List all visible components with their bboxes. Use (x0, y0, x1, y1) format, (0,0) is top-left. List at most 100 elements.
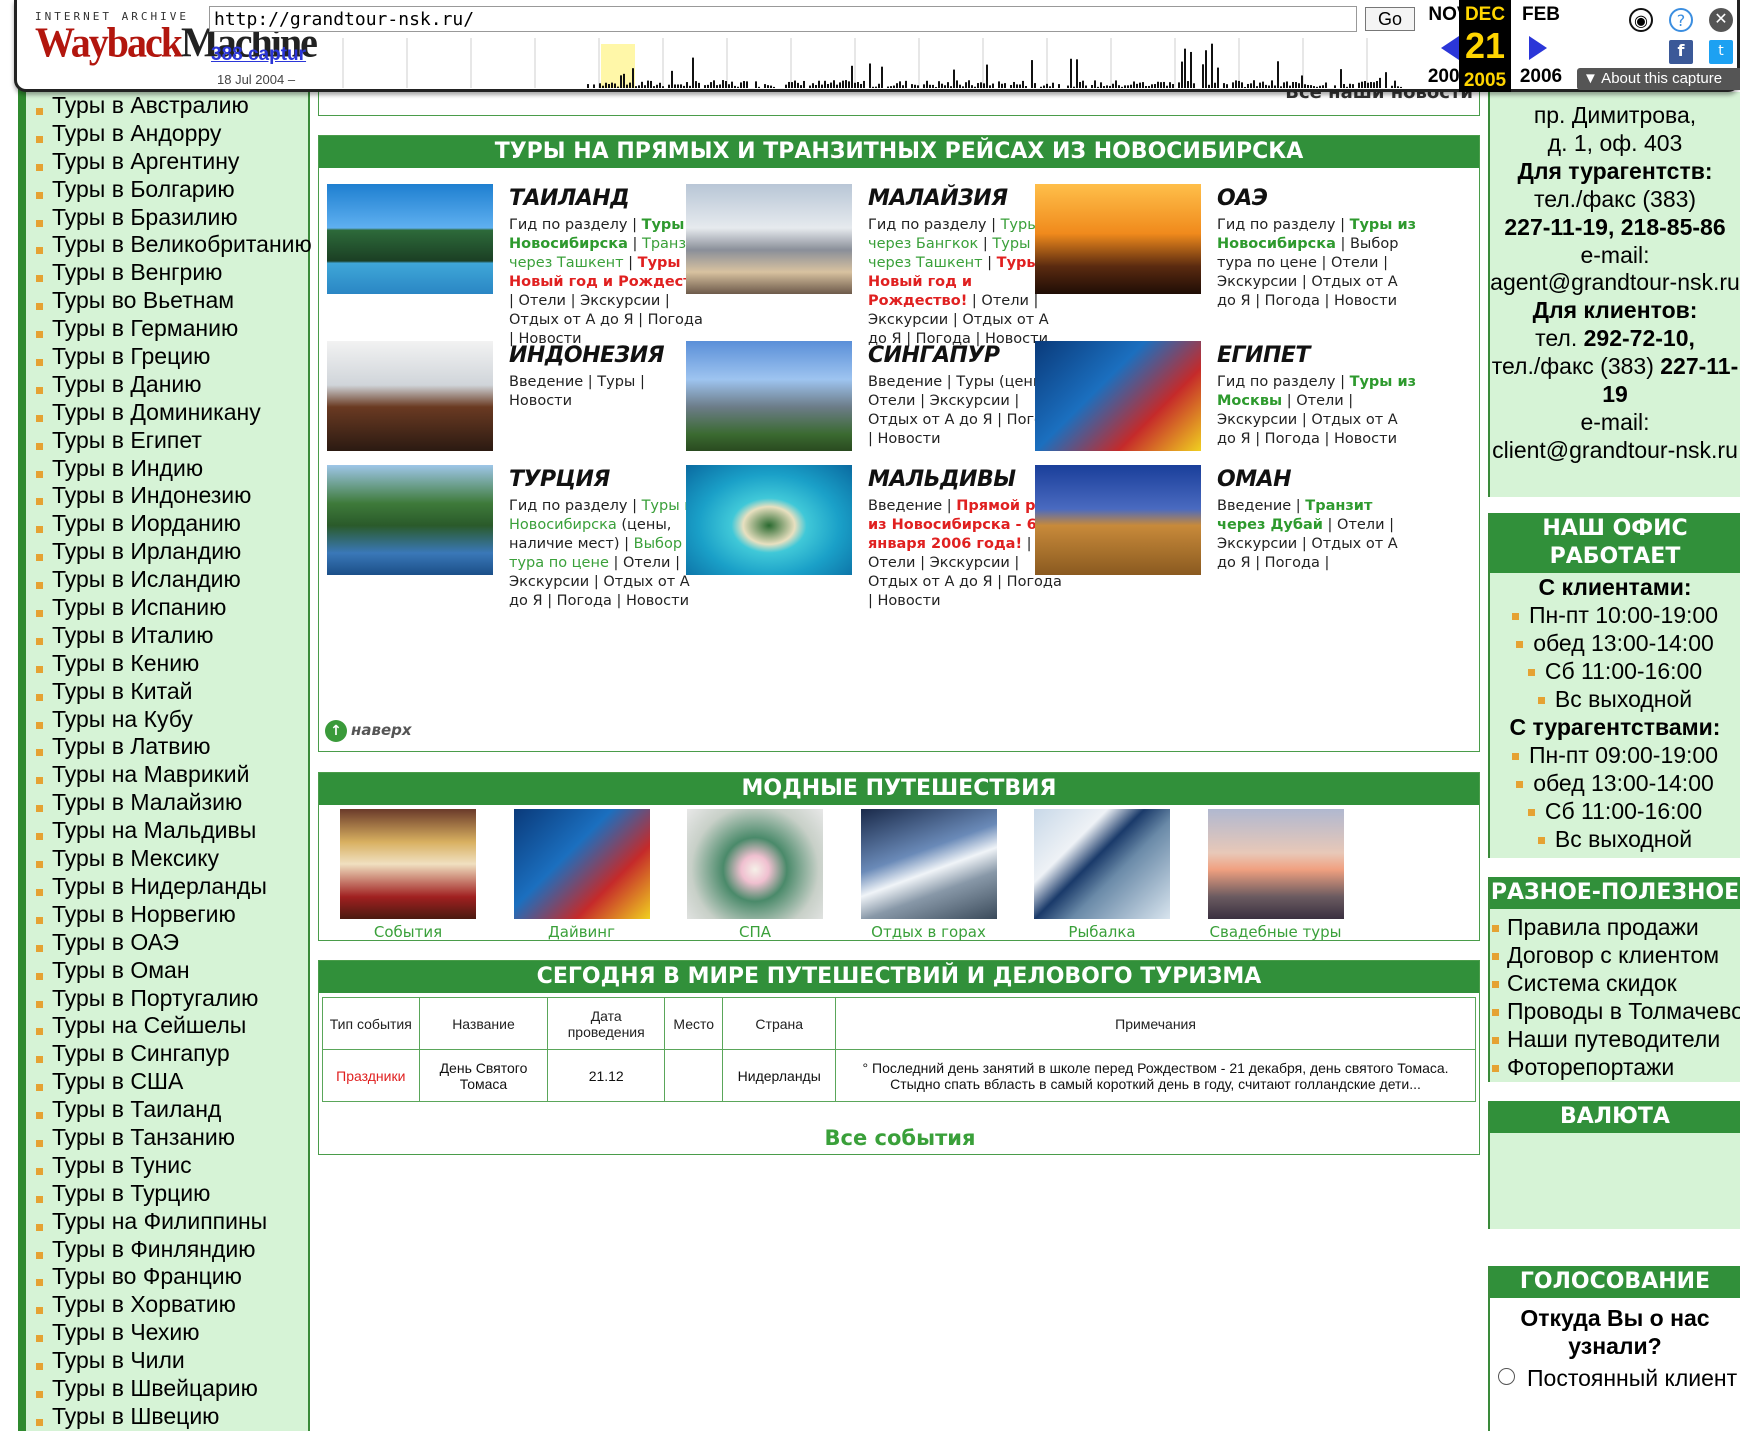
fashion-caption[interactable]: СПА (687, 923, 823, 941)
country-menu-item[interactable]: Туры в Сингапур (36, 1040, 312, 1068)
country-menu-item[interactable]: Туры в США (36, 1068, 312, 1096)
country-menu-item[interactable]: Туры в Швецию (36, 1403, 312, 1431)
useful-link[interactable]: Проводы в Толмачево (1490, 997, 1740, 1025)
country-menu-item[interactable]: Туры в Норвегию (36, 901, 312, 929)
country-menu-item[interactable]: Туры в Германию (36, 315, 312, 343)
tour-link-text[interactable]: | (986, 217, 1000, 233)
tour-link-text[interactable]: | (983, 255, 997, 271)
country-menu-item[interactable]: Туры в Нидерланды (36, 873, 312, 901)
country-menu-item[interactable]: Туры в Аргентину (36, 148, 312, 176)
country-menu-item[interactable]: Туры в ОАЭ (36, 929, 312, 957)
country-menu-item[interactable]: Туры в Таиланд (36, 1096, 312, 1124)
fashion-photo[interactable] (860, 809, 997, 919)
tour-link-text[interactable]: | (627, 217, 641, 233)
fashion-item[interactable]: События (340, 809, 476, 941)
useful-link[interactable]: Система скидок (1490, 969, 1740, 997)
tour-photo[interactable] (1035, 184, 1201, 294)
tour-link-text[interactable]: | (1335, 374, 1349, 390)
fashion-photo[interactable] (513, 809, 650, 919)
country-menu-item[interactable]: Туры в Иорданию (36, 510, 312, 538)
country-menu-item[interactable]: Туры в Турцию (36, 1180, 312, 1208)
tour-link-text[interactable]: Введение (868, 498, 942, 514)
country-menu-item[interactable]: Туры в Тунис (36, 1152, 312, 1180)
tour-link-text[interactable]: Введение | Туры | Новости (509, 374, 645, 409)
tour-country-name[interactable]: ТАИЛАНД (509, 184, 711, 214)
country-menu-item[interactable]: Туры в Китай (36, 678, 312, 706)
tour-photo[interactable] (327, 184, 493, 294)
tour-link-text[interactable]: | (627, 498, 641, 514)
wayback-prev-arrow-icon[interactable] (1441, 36, 1459, 60)
country-menu-item[interactable]: Туры в Латвию (36, 733, 312, 761)
tour-link-text[interactable]: Введение | Туры (цены) | Отели | Экскурс… (868, 374, 1062, 447)
country-menu-item[interactable]: Туры в Хорватию (36, 1291, 312, 1319)
country-menu-item[interactable]: Туры в Чили (36, 1347, 312, 1375)
fashion-item[interactable]: Отдых в горах (860, 809, 997, 941)
country-menu-item[interactable]: Туры в Андорру (36, 120, 312, 148)
fashion-item[interactable]: СПА (687, 809, 823, 941)
poll-option-radio[interactable] (1498, 1368, 1515, 1386)
tour-link-text[interactable]: Введение (1217, 498, 1291, 514)
useful-link[interactable]: Правила продажи (1490, 913, 1740, 941)
country-menu-item[interactable]: Туры во Вьетнам (36, 287, 312, 315)
tour-link-text[interactable]: Гид по разделу (509, 498, 627, 514)
wayback-captures-link[interactable]: 388 captur (211, 44, 306, 66)
fashion-item[interactable]: Дайвинг (513, 809, 650, 941)
user-account-icon[interactable]: ◉ (1629, 8, 1653, 32)
tour-link-text[interactable]: | (624, 255, 638, 271)
useful-link[interactable]: Наши путеводители (1490, 1025, 1740, 1053)
country-menu-item[interactable]: Туры в Австралию (36, 92, 312, 120)
tour-link-text[interactable]: Гид по разделу (1217, 217, 1335, 233)
poll-option[interactable]: Постоянный клиент (1490, 1364, 1740, 1392)
country-menu-item[interactable]: Туры на Филиппины (36, 1208, 312, 1236)
country-menu-item[interactable]: Туры в Индию (36, 455, 312, 483)
useful-link[interactable]: Фоторепортажи (1490, 1053, 1740, 1081)
close-icon[interactable]: ✕ (1709, 8, 1733, 32)
tour-link-text[interactable]: | (628, 236, 642, 252)
country-menu-item[interactable]: Туры в Швейцарию (36, 1375, 312, 1403)
tour-country-name[interactable]: ИНДОНЕЗИЯ (509, 341, 711, 371)
country-menu-item[interactable]: Туры в Малайзию (36, 789, 312, 817)
help-icon[interactable]: ? (1669, 8, 1693, 32)
fashion-caption[interactable]: События (340, 923, 476, 941)
fashion-caption[interactable]: Свадебные туры (1208, 923, 1344, 941)
country-menu-item[interactable]: Туры в Доминикану (36, 399, 312, 427)
wayback-url-input[interactable]: http://grandtour-nsk.ru/ (209, 6, 1357, 32)
country-menu-item[interactable]: Туры на Мальдивы (36, 817, 312, 845)
wayback-logo[interactable]: INTERNET ARCHIVE WaybackMachine (35, 10, 318, 80)
tour-photo[interactable] (686, 465, 852, 575)
tour-photo[interactable] (1035, 341, 1201, 451)
fashion-photo[interactable] (1034, 809, 1170, 919)
email-agents-link[interactable]: agent@grandtour-nsk.ru (1490, 269, 1740, 297)
tour-link-text[interactable]: | (1335, 217, 1349, 233)
all-events-link[interactable]: Все события (319, 1126, 1481, 1150)
twitter-icon[interactable]: t (1709, 40, 1733, 64)
fashion-item[interactable]: Рыбалка (1034, 809, 1170, 941)
fashion-photo[interactable] (340, 809, 476, 919)
fashion-caption[interactable]: Рыбалка (1034, 923, 1170, 941)
country-menu-item[interactable]: Туры в Танзанию (36, 1124, 312, 1152)
tour-photo[interactable] (686, 184, 852, 294)
facebook-icon[interactable]: f (1669, 40, 1693, 64)
country-menu-item[interactable]: Туры в Испанию (36, 594, 312, 622)
tour-country-name[interactable]: ОАЭ (1217, 184, 1419, 214)
tour-link-text[interactable]: | (978, 236, 992, 252)
country-menu-item[interactable]: Туры в Финляндию (36, 1236, 312, 1264)
country-menu-item[interactable]: Туры в Исландию (36, 566, 312, 594)
country-menu-item[interactable]: Туры на Сейшелы (36, 1012, 312, 1040)
fashion-item[interactable]: Свадебные туры (1207, 809, 1344, 941)
country-menu-item[interactable]: Туры в Оман (36, 957, 312, 985)
country-menu-item[interactable]: Туры на Кубу (36, 706, 312, 734)
tour-link-text[interactable]: | (942, 498, 956, 514)
tour-link-text[interactable]: | (1291, 498, 1305, 514)
country-menu-item[interactable]: Туры в Португалию (36, 985, 312, 1013)
back-to-top-link[interactable]: ↑ наверх (325, 720, 412, 742)
email-clients-link[interactable]: client@grandtour-nsk.ru (1490, 437, 1740, 465)
tour-photo[interactable] (327, 465, 493, 575)
country-menu-item[interactable]: Туры в Мексику (36, 845, 312, 873)
country-menu-item[interactable]: Туры в Ирландию (36, 538, 312, 566)
country-menu-item[interactable]: Туры в Чехию (36, 1319, 312, 1347)
country-menu-item[interactable]: Туры в Италию (36, 622, 312, 650)
tour-photo[interactable] (327, 341, 493, 451)
tour-photo[interactable] (686, 341, 852, 451)
tour-link-text[interactable]: Гид по разделу (509, 217, 627, 233)
